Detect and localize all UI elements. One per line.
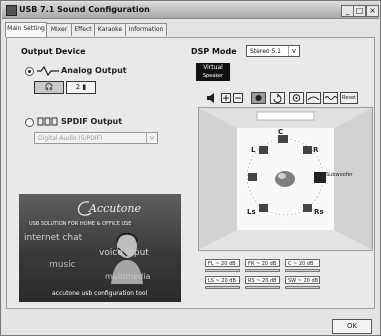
- spdif-device-value: Digital Audio (S/PDIF): [38, 135, 103, 142]
- level-sw[interactable]: SW ~ 20 dB: [285, 276, 320, 284]
- spdif-icon: [37, 117, 58, 126]
- virtual-speaker-badge: Virtual Speaker: [196, 63, 230, 81]
- balance-plus-icon[interactable]: [221, 93, 231, 103]
- level-fl-slider[interactable]: [205, 269, 240, 272]
- level-fl[interactable]: FL ~ 20 dB: [205, 259, 240, 267]
- spin-icon: [292, 94, 301, 102]
- output-device-heading: Output Device: [21, 47, 86, 56]
- window-title: USB 7.1 Sound Configuration: [19, 5, 150, 14]
- room-perspective-graphic: [199, 108, 372, 250]
- spdif-device-select[interactable]: Digital Audio (S/PDIF) v: [34, 132, 158, 144]
- spdif-output-radio[interactable]: [25, 118, 34, 127]
- virtual-room-view: C L R Ls Rs Subwoofer: [198, 107, 373, 251]
- tab-karaoke[interactable]: Karaoke: [94, 23, 126, 36]
- analog-output-label: Analog Output: [61, 66, 127, 75]
- level-ls[interactable]: LS ~ 20 dB: [205, 276, 240, 284]
- level-rs[interactable]: RS ~ 20 dB: [245, 276, 280, 284]
- banner-word-music: music: [49, 260, 76, 270]
- speaker-left-surround-label: Ls: [247, 208, 256, 216]
- speaker-volume-icon[interactable]: [206, 93, 218, 103]
- title-bar: USB 7.1 Sound Configuration _ □ ×: [2, 2, 379, 19]
- spdif-output-label: SPDIF Output: [61, 117, 123, 126]
- dsp-mode-heading: DSP Mode: [191, 47, 237, 56]
- swing-tool-button[interactable]: [306, 92, 321, 104]
- level-ls-slider[interactable]: [205, 286, 240, 289]
- virtual-sub-label: Speaker: [202, 73, 224, 79]
- level-rs-slider[interactable]: [245, 286, 280, 289]
- brand-text: Accutone: [89, 202, 141, 215]
- dsp-mode-value: Stereo 5.1: [250, 48, 281, 55]
- configuration-window: USB 7.1 Sound Configuration _ □ × Main S…: [0, 0, 381, 336]
- two-channel-button[interactable]: 2 ▮: [66, 81, 96, 94]
- maximize-button[interactable]: □: [353, 5, 366, 17]
- banner-word-voice-input: voice input: [99, 248, 149, 258]
- level-sw-slider[interactable]: [285, 286, 320, 289]
- tagline-text: USB SOLUTION FOR HOME & OFFICE USE: [29, 221, 132, 227]
- reset-button[interactable]: Reset: [340, 92, 358, 104]
- accutone-banner: Accutone USB SOLUTION FOR HOME & OFFICE …: [19, 194, 181, 302]
- ok-button[interactable]: OK: [332, 319, 372, 334]
- level-fr-slider[interactable]: [245, 269, 280, 272]
- tab-mixer[interactable]: Mixer: [46, 23, 72, 36]
- virtual-label: Virtual: [203, 64, 223, 71]
- app-icon: [6, 5, 17, 16]
- banner-footer-text: accutone usb configuration tool: [52, 290, 148, 297]
- level-c[interactable]: C ~ 20 dB: [285, 259, 320, 267]
- speaker-left-label: L: [251, 146, 256, 154]
- person-icon: [255, 95, 262, 101]
- speaker-right-surround-label: Rs: [314, 208, 324, 216]
- chevron-down-icon: v: [288, 46, 299, 56]
- tab-main-setting[interactable]: Main Setting: [5, 22, 47, 37]
- rotate-tool-button[interactable]: [270, 92, 285, 104]
- chevron-down-icon: v: [146, 133, 157, 143]
- listener-tool-button[interactable]: [251, 92, 266, 104]
- speaker-right-label: R: [313, 146, 319, 154]
- echo-icon: [324, 96, 338, 100]
- close-button[interactable]: ×: [366, 5, 379, 17]
- balance-minus-icon[interactable]: [233, 93, 243, 103]
- banner-word-internet-chat: internet chat: [24, 233, 83, 243]
- speaker-center-label: C: [278, 128, 284, 136]
- level-fr[interactable]: FR ~ 20 dB: [245, 259, 280, 267]
- subwoofer-label: Subwoofer: [326, 172, 353, 178]
- tab-effect[interactable]: Effect: [71, 23, 95, 36]
- rotate-icon: [273, 93, 282, 103]
- level-c-slider[interactable]: [285, 269, 320, 272]
- banner-word-multimedia: multimedia: [105, 272, 151, 281]
- headphone-button[interactable]: 🎧: [34, 81, 64, 94]
- spin-tool-button[interactable]: [289, 92, 304, 104]
- echo-tool-button[interactable]: [323, 92, 338, 104]
- tab-information[interactable]: Information: [125, 23, 167, 36]
- dsp-mode-select[interactable]: Stereo 5.1 v: [246, 45, 300, 57]
- analog-wave-icon: [37, 65, 59, 77]
- analog-output-radio[interactable]: [25, 67, 34, 76]
- swing-icon: [307, 96, 320, 101]
